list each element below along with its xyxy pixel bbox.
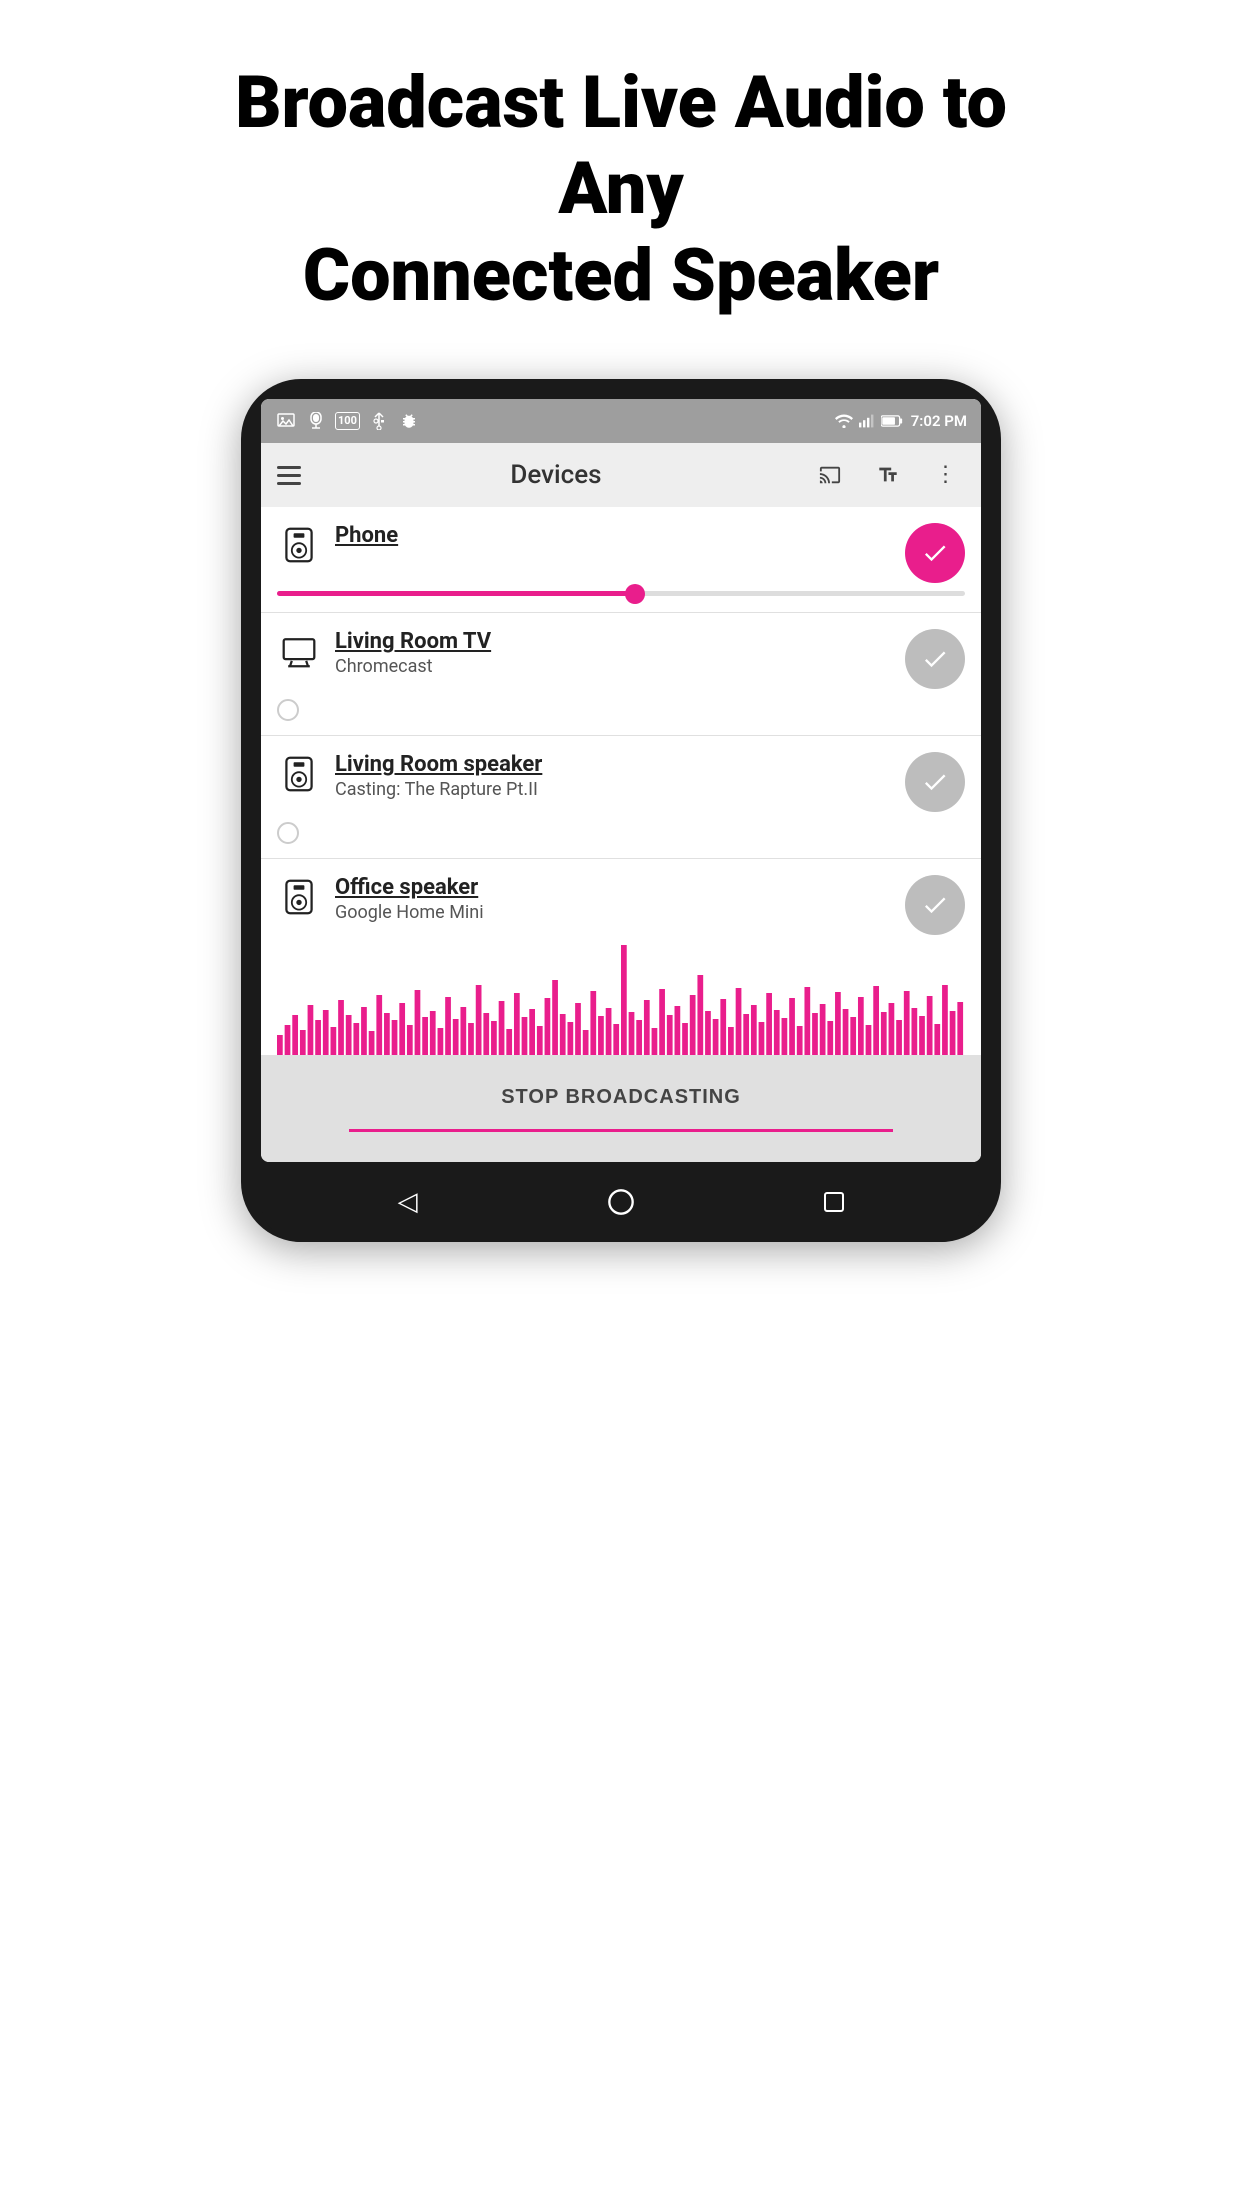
office-speaker-card[interactable]: Office speaker Google Home Mini: [261, 859, 981, 1056]
wifi-status-icon: [835, 414, 853, 428]
tv-check-button[interactable]: [905, 629, 965, 689]
stop-btn-underline: [349, 1129, 893, 1132]
lr-speaker-card-bottom: [277, 812, 965, 858]
phone-device-name: Phone: [335, 523, 891, 548]
navigation-bar: ◁: [261, 1162, 981, 1242]
phone-device-icon: [277, 523, 321, 567]
tv-card-bottom: [277, 689, 965, 735]
tv-device-name: Living Room TV: [335, 629, 891, 654]
living-room-tv-card[interactable]: Living Room TV Chromecast: [261, 613, 981, 736]
slider-fill: [277, 591, 635, 596]
headline-line1: Broadcast Live Audio to Any: [235, 60, 1007, 231]
speaker-status-icon: [305, 410, 327, 432]
cast-button[interactable]: [811, 456, 849, 494]
tv-device-info: Living Room TV Chromecast: [335, 629, 891, 677]
text-format-button[interactable]: [869, 456, 907, 494]
lr-speaker-device-sub: Casting: The Rapture Pt.II: [335, 779, 891, 800]
back-button[interactable]: ◁: [383, 1177, 433, 1227]
status-bar: 100: [261, 399, 981, 443]
lr-speaker-vol-circle: [277, 822, 299, 844]
phone-device: 100: [241, 379, 1001, 1242]
phone-check-button[interactable]: [905, 523, 965, 583]
waveform-visualization: [277, 935, 965, 1055]
slider-thumb[interactable]: [625, 584, 645, 604]
status-bar-right: 7:02 PM: [835, 412, 967, 430]
score-status-icon: 100: [335, 412, 360, 430]
clock: 7:02 PM: [911, 412, 967, 430]
app-bar: Devices ⋮: [261, 443, 981, 507]
phone-volume-slider[interactable]: [277, 583, 965, 612]
home-button[interactable]: [596, 1177, 646, 1227]
recents-button[interactable]: [809, 1177, 859, 1227]
usb-status-icon: [368, 410, 390, 432]
battery-status-icon: [881, 414, 903, 428]
lr-speaker-device-name: Living Room speaker: [335, 752, 891, 777]
bug-status-icon: [398, 410, 420, 432]
image-status-icon: [275, 410, 297, 432]
signal-status-icon: [859, 414, 875, 428]
phone-card[interactable]: Phone: [261, 507, 981, 613]
office-speaker-device-sub: Google Home Mini: [335, 902, 891, 923]
phone-screen: 100: [261, 399, 981, 1162]
menu-button[interactable]: [277, 466, 301, 485]
tv-device-icon: [277, 629, 321, 673]
tv-vol-circle: [277, 699, 299, 721]
lr-speaker-device-icon: [277, 752, 321, 796]
living-room-speaker-card[interactable]: Living Room speaker Casting: The Rapture…: [261, 736, 981, 859]
lr-speaker-device-info: Living Room speaker Casting: The Rapture…: [335, 752, 891, 800]
status-bar-left: 100: [275, 410, 420, 432]
device-list: Phone: [261, 507, 981, 1056]
office-speaker-check-button[interactable]: [905, 875, 965, 935]
headline-line2: Connected Speaker: [303, 233, 939, 318]
office-speaker-device-icon: [277, 875, 321, 919]
office-speaker-device-info: Office speaker Google Home Mini: [335, 875, 891, 923]
app-bar-title: Devices: [321, 460, 791, 490]
headline: Broadcast Live Audio to Any Connected Sp…: [171, 0, 1071, 379]
lr-speaker-check-button[interactable]: [905, 752, 965, 812]
stop-broadcasting-button[interactable]: STOP BROADCASTING: [281, 1086, 961, 1109]
stop-broadcasting-area[interactable]: STOP BROADCASTING: [261, 1056, 981, 1162]
slider-track: [277, 591, 965, 596]
office-speaker-device-name: Office speaker: [335, 875, 891, 900]
more-menu-button[interactable]: ⋮: [927, 456, 965, 494]
phone-device-info: Phone: [335, 523, 891, 548]
tv-device-sub: Chromecast: [335, 656, 891, 677]
